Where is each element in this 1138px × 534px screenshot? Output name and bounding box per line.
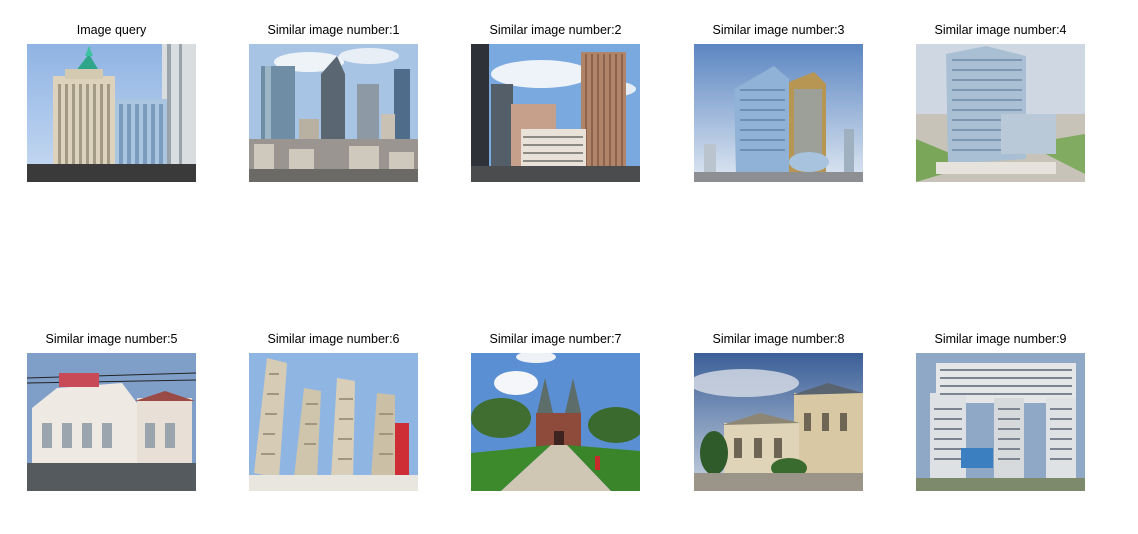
result-image-3 <box>694 44 863 182</box>
query-image <box>27 44 196 182</box>
result-caption-4: Similar image number:4 <box>934 23 1067 37</box>
result-caption-1: Similar image number:1 <box>267 23 400 37</box>
query-caption: Image query <box>76 23 147 37</box>
result-image-6 <box>249 353 418 491</box>
result-caption-8: Similar image number:8 <box>712 332 845 346</box>
result-image-8 <box>694 353 863 491</box>
result-image-4 <box>916 44 1085 182</box>
result-image-2 <box>471 44 640 182</box>
result-caption-3: Similar image number:3 <box>712 23 845 37</box>
result-caption-6: Similar image number:6 <box>267 332 400 346</box>
result-caption-5: Similar image number:5 <box>45 332 178 346</box>
result-image-1 <box>249 44 418 182</box>
result-caption-9: Similar image number:9 <box>934 332 1067 346</box>
result-caption-7: Similar image number:7 <box>489 332 622 346</box>
result-image-9 <box>916 353 1085 491</box>
retrieval-results-figure: { "figure": { "captions": [ "Image query… <box>0 0 1138 534</box>
result-caption-2: Similar image number:2 <box>489 23 622 37</box>
result-image-5 <box>27 353 196 491</box>
result-image-7 <box>471 353 640 491</box>
